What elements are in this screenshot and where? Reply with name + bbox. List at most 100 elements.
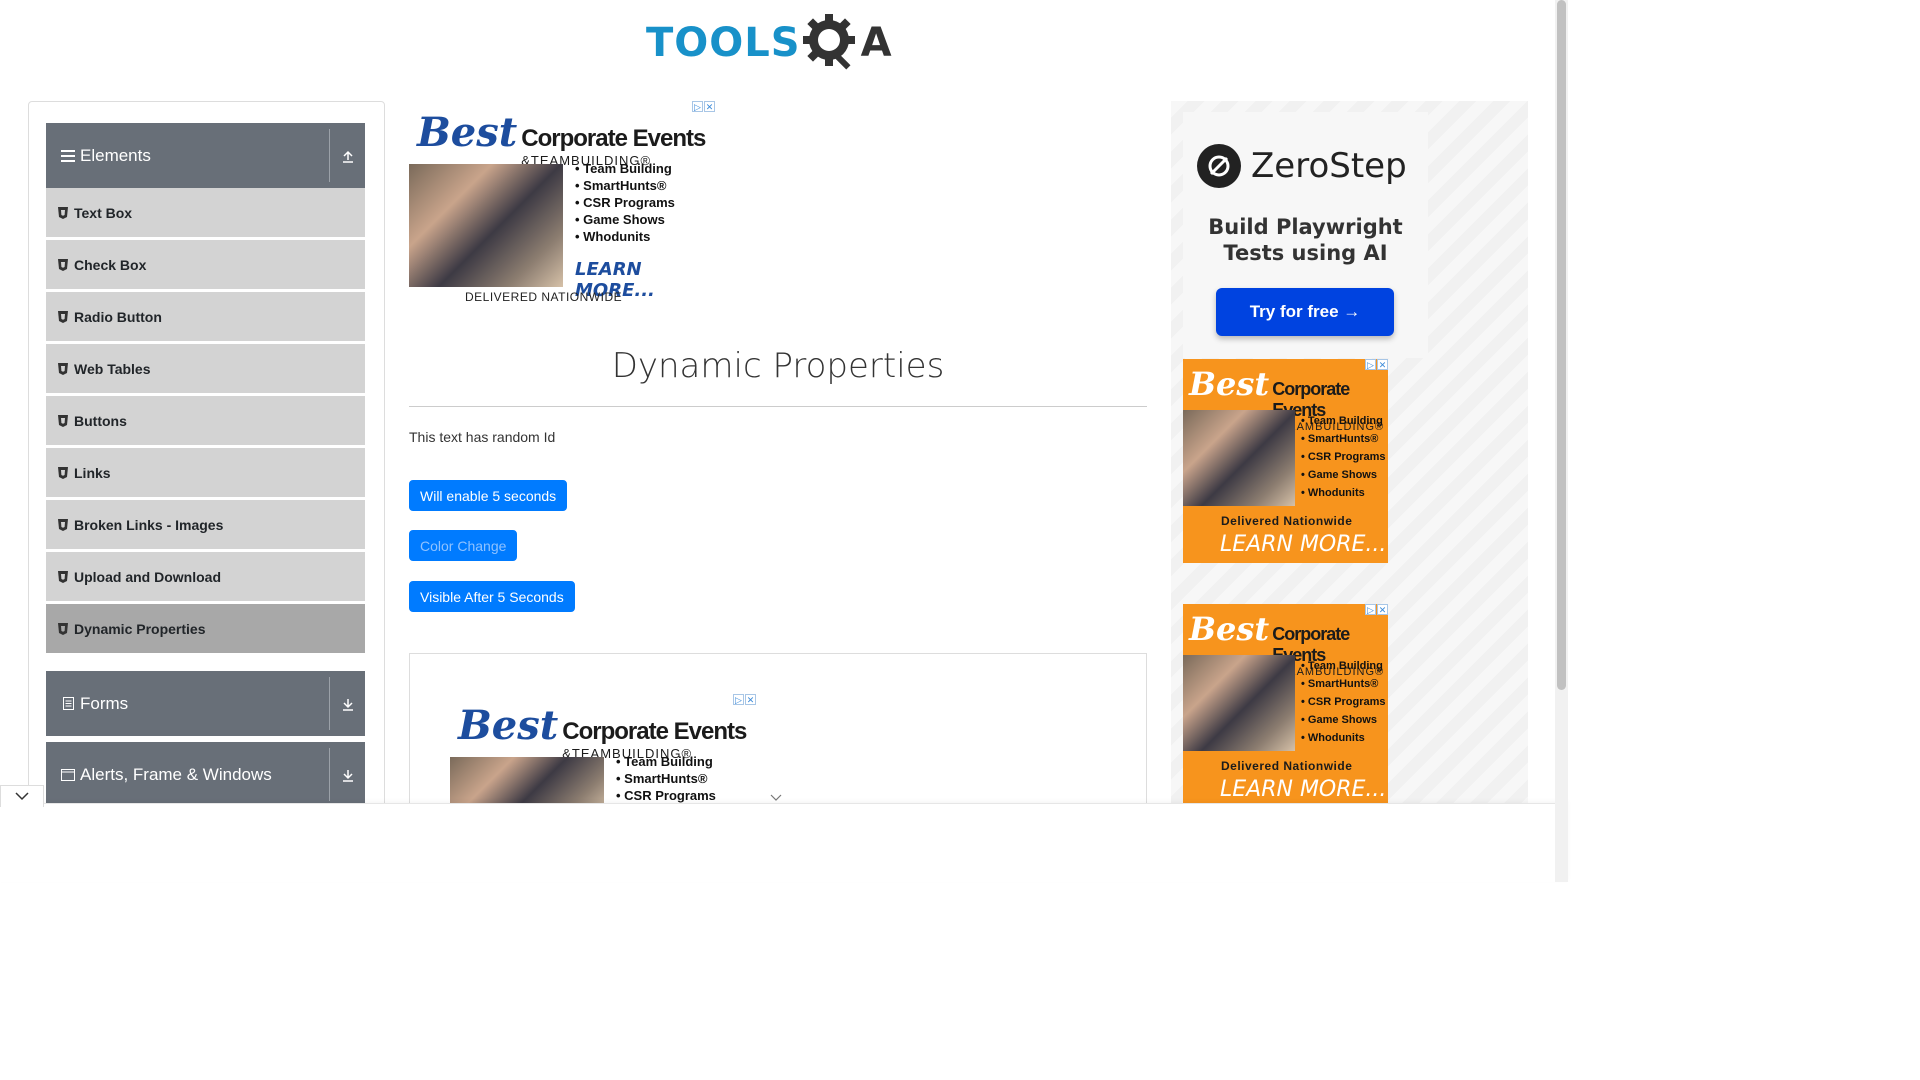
ad-list-item: • Team Building xyxy=(1301,415,1383,427)
window-icon xyxy=(60,768,76,781)
ad-list-item: • Team Building xyxy=(575,161,672,176)
ad-list: • Team Building • SmartHunts® • CSR Prog… xyxy=(1301,412,1386,502)
ad-brand: Best Corporate Events &TEAMBUILDING® xyxy=(417,109,706,168)
color-change-button[interactable]: Color Change xyxy=(409,530,518,561)
sidebar-item-links[interactable]: Links xyxy=(46,448,365,498)
orange-ad-2[interactable]: ▷ ✕ Best Corporate Events &TEAMBUILDING® … xyxy=(1183,604,1388,803)
html5-icon xyxy=(58,362,68,375)
close-icon[interactable]: ✕ xyxy=(704,101,715,112)
group-header-elements[interactable]: Elements xyxy=(46,123,365,188)
sidebar-item-label: Text Box xyxy=(74,204,133,221)
scrollbar-thumb[interactable] xyxy=(1557,0,1566,690)
group-header-forms[interactable]: Forms xyxy=(46,671,365,736)
group-label: Forms xyxy=(80,693,129,713)
ad-delivered: DELIVERED NATIONWIDE xyxy=(465,290,623,304)
ad-list-item: • Team Building xyxy=(616,754,713,769)
visible-after-button[interactable]: Visible After 5 Seconds xyxy=(409,581,575,612)
ad-brand: Best Corporate Events &TEAMBUILDING® xyxy=(458,702,747,761)
ad-list-item: • Game Shows xyxy=(575,211,665,227)
html5-icon xyxy=(58,310,68,323)
enable-after-button[interactable]: Will enable 5 seconds xyxy=(409,480,568,511)
logo-tools-text: TOOLS xyxy=(646,20,801,66)
zerostep-mark-icon xyxy=(1197,144,1241,188)
page-title: Dynamic Properties xyxy=(611,346,945,386)
try-for-free-button[interactable]: Try for free → xyxy=(1216,288,1394,336)
sidebar-item-check-box[interactable]: Check Box xyxy=(46,240,365,290)
group-header-alerts[interactable]: Alerts, Frame & Windows xyxy=(46,742,365,807)
ad-list-item: • CSR Programs xyxy=(575,194,675,210)
sidebar-item-radio-button[interactable]: Radio Button xyxy=(46,292,365,342)
zerostep-tagline: Build Playwright Tests using AI xyxy=(1208,215,1403,265)
sidebar-item-broken-links[interactable]: Broken Links - Images xyxy=(46,500,365,550)
sidebar-item-label: Check Box xyxy=(74,256,147,273)
ad-learn-more: LEARN MORE... xyxy=(1220,777,1387,802)
html5-icon xyxy=(58,258,68,271)
logo-qa-text: A xyxy=(860,20,892,66)
sidebar-item-buttons[interactable]: Buttons xyxy=(46,396,365,446)
zerostep-logo: ZeroStep xyxy=(1197,144,1407,188)
ad-list-item: • SmartHunts® xyxy=(1301,678,1379,690)
chevron-down-icon xyxy=(15,792,29,801)
ad-photo xyxy=(1183,410,1295,506)
sidebar-item-label: Radio Button xyxy=(74,308,162,325)
bottom-ad-bar xyxy=(0,803,1568,882)
sidebar-item-upload-download[interactable]: Upload and Download xyxy=(46,552,365,602)
ad-best-text: Best xyxy=(1189,610,1270,648)
ad-list: • Team Building • SmartHunts® • CSR Prog… xyxy=(1301,657,1386,747)
sidebar-item-label: Broken Links - Images xyxy=(74,516,224,533)
left-panel: Elements Text Box Check Box Radio Button… xyxy=(28,101,385,821)
page: TOOLS A Elements Text Box Check Box Radi… xyxy=(0,0,1568,882)
document-icon xyxy=(60,697,76,710)
sidebar-item-label: Links xyxy=(74,464,111,481)
title-divider xyxy=(409,406,1147,407)
collapse-bottom-bar-button[interactable] xyxy=(0,785,44,807)
group-label: Alerts, Frame & Windows xyxy=(80,764,272,784)
ad-list-item: • CSR Programs xyxy=(1301,696,1386,708)
ad-corporate-text: Corporate Events xyxy=(562,718,747,745)
ad-delivered: Delivered Nationwide xyxy=(1221,514,1353,528)
sidebar-item-web-tables[interactable]: Web Tables xyxy=(46,344,365,394)
ad-list-item: • Whodunits xyxy=(1301,487,1365,499)
ad-list-item: • CSR Programs xyxy=(1301,451,1386,463)
ad-banner-middle[interactable]: ▷ ✕ Best Corporate Events &TEAMBUILDING® … xyxy=(450,694,756,804)
html5-icon xyxy=(58,622,68,635)
sidebar-item-label: Upload and Download xyxy=(74,568,221,585)
ad-list-item: • Whodunits xyxy=(1301,732,1365,744)
ad-list-item: • CSR Programs xyxy=(616,787,716,803)
ad-best-text: Best xyxy=(458,702,559,749)
close-icon[interactable]: ✕ xyxy=(745,694,756,705)
html5-icon xyxy=(58,466,68,479)
ad-learn-more: LEARN MORE... xyxy=(1220,532,1387,557)
ad-photo xyxy=(1183,655,1295,751)
ad-list-item: • Team Building xyxy=(1301,660,1383,672)
random-id-text: This text has random Id xyxy=(409,429,556,445)
expand-down-icon[interactable] xyxy=(330,671,365,736)
sidebar-item-text-box[interactable]: Text Box xyxy=(46,188,365,238)
ad-best-text: Best xyxy=(417,109,518,156)
vertical-scrollbar[interactable] xyxy=(1555,0,1568,882)
ad-list: • Team Building • SmartHunts® • CSR Prog… xyxy=(575,161,675,245)
collapse-up-icon[interactable] xyxy=(330,123,365,188)
html5-icon xyxy=(58,414,68,427)
ad-photo xyxy=(409,164,563,287)
ad-list: • Team Building • SmartHunts® • CSR Prog… xyxy=(616,754,716,804)
ad-corporate-text: Corporate Events xyxy=(521,125,706,152)
orange-ad-1[interactable]: ▷ ✕ Best Corporate Events &TEAMBUILDING® … xyxy=(1183,359,1388,563)
toolsqa-logo[interactable]: TOOLS A xyxy=(646,12,914,74)
hamburger-icon xyxy=(60,149,76,162)
html5-icon xyxy=(58,206,68,219)
expand-down-icon[interactable] xyxy=(330,742,365,807)
zerostep-ad[interactable]: ZeroStep Build Playwright Tests using AI… xyxy=(1183,112,1428,358)
ad-list-item: • SmartHunts® xyxy=(575,177,667,193)
ad-delivered: Delivered Nationwide xyxy=(1221,759,1353,773)
zerostep-name: ZeroStep xyxy=(1251,146,1407,186)
sidebar-item-label: Dynamic Properties xyxy=(74,620,206,637)
ad-list-item: • SmartHunts® xyxy=(1301,433,1379,445)
ad-banner-top[interactable]: ▷ ✕ Best Corporate Events &TEAMBUILDING® … xyxy=(409,101,715,304)
ad-photo xyxy=(450,757,604,804)
gear-search-icon xyxy=(802,14,855,70)
sidebar-item-label: Web Tables xyxy=(74,360,151,377)
sidebar-item-label: Buttons xyxy=(74,412,127,429)
html5-icon xyxy=(58,570,68,583)
sidebar-item-dynamic-properties[interactable]: Dynamic Properties xyxy=(46,604,365,654)
